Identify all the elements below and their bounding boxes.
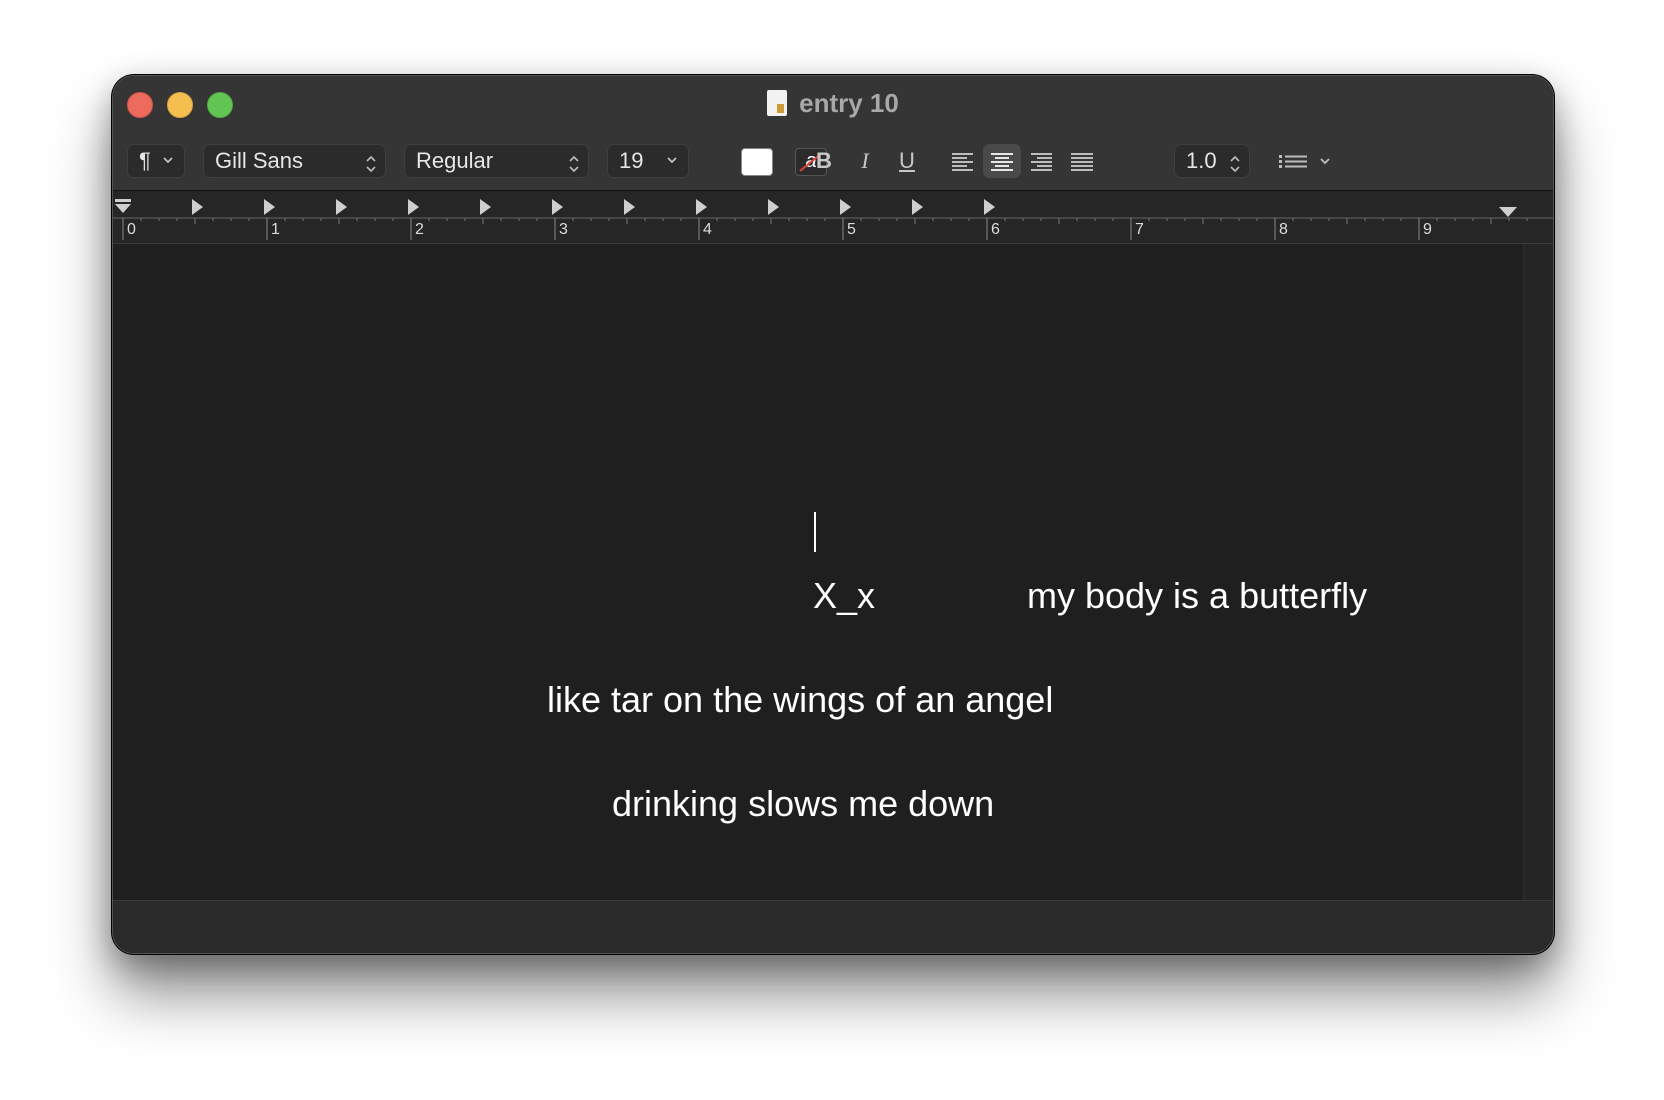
ruler-number-label: 8: [1279, 221, 1288, 238]
list-style-popup[interactable]: [1273, 144, 1343, 178]
font-size-value: 19: [619, 148, 644, 173]
font-size-combo[interactable]: 19: [607, 144, 689, 178]
ruler-number-label: 5: [847, 221, 856, 238]
textedit-window: entry 10 ¶ Gill Sans Regular 19 B I U 1.…: [112, 75, 1554, 954]
tab-stop-marker[interactable]: [696, 199, 707, 215]
tab-stop-marker[interactable]: [840, 199, 851, 215]
bulleted-list-icon: [1279, 155, 1330, 168]
window-title-container: entry 10: [113, 88, 1553, 118]
ruler-number-label: 0: [127, 221, 136, 238]
paragraph-styles-popup[interactable]: ¶: [127, 144, 185, 178]
tab-stop-marker[interactable]: [192, 199, 203, 215]
ruler-number-label: 1: [271, 221, 280, 238]
ruler[interactable]: 0 1 2 3 4 5 6 7 8 9: [113, 191, 1553, 244]
ruler-number-label: 6: [991, 221, 1000, 238]
bold-button[interactable]: B: [809, 144, 839, 178]
ruler-number-label: 7: [1135, 221, 1144, 238]
alignment-segmented-control: [943, 144, 1103, 178]
ruler-number-label: 9: [1423, 221, 1432, 238]
stepper-arrows-icon: [568, 151, 580, 173]
tab-stop-marker[interactable]: [912, 199, 923, 215]
underline-button[interactable]: U: [892, 144, 922, 178]
stepper-arrows-icon: [1229, 151, 1241, 173]
text-insertion-caret: [814, 512, 816, 552]
left-indent-marker[interactable]: [115, 199, 131, 213]
text-line: my body is a butterfly: [1027, 575, 1368, 616]
chevron-down-icon: [666, 145, 678, 188]
text-color-well[interactable]: [741, 148, 773, 176]
align-center-icon: [991, 153, 1013, 171]
ruler-number-label: 4: [703, 221, 712, 238]
document-icon: [767, 90, 788, 116]
stepper-arrows-icon: [365, 151, 377, 173]
bottom-bar: [113, 900, 1553, 953]
tab-stop-marker[interactable]: [768, 199, 779, 215]
tab-stop-marker[interactable]: [336, 199, 347, 215]
line-spacing-popup[interactable]: 1.0: [1174, 144, 1250, 178]
right-margin-marker[interactable]: [1499, 207, 1517, 217]
text-line: X_x: [813, 575, 876, 616]
align-left-button[interactable]: [943, 144, 981, 178]
tab-stop-marker[interactable]: [984, 199, 995, 215]
tab-stop-marker[interactable]: [480, 199, 491, 215]
font-family-popup[interactable]: Gill Sans: [203, 144, 386, 178]
title-bar: entry 10 ¶ Gill Sans Regular 19 B I U 1.…: [113, 76, 1553, 191]
align-left-icon: [952, 153, 973, 171]
font-style-popup[interactable]: Regular: [404, 144, 589, 178]
vertical-scrollbar[interactable]: [1523, 244, 1553, 900]
align-center-button[interactable]: [983, 144, 1021, 178]
window-title: entry 10: [799, 88, 899, 118]
justify-button[interactable]: [1063, 144, 1101, 178]
justify-icon: [1071, 153, 1093, 171]
tab-stop-marker[interactable]: [552, 199, 563, 215]
text-line: drinking slows me down: [612, 783, 995, 824]
font-style-value: Regular: [416, 148, 494, 173]
ruler-number-label: 3: [559, 221, 568, 238]
tab-stop-marker[interactable]: [408, 199, 419, 215]
ruler-number-label: 2: [415, 221, 424, 238]
align-right-button[interactable]: [1023, 144, 1061, 178]
line-spacing-value: 1.0: [1186, 148, 1217, 173]
tab-stop-marker[interactable]: [624, 199, 635, 215]
paragraph-symbol: ¶: [139, 148, 151, 173]
chevron-down-icon: [162, 145, 174, 188]
italic-button[interactable]: I: [850, 144, 880, 178]
align-right-icon: [1031, 153, 1052, 171]
ruler-ticks: [113, 199, 1553, 240]
document-text-area[interactable]: X_x my body is a butterfly like tar on t…: [113, 244, 1523, 900]
font-family-value: Gill Sans: [215, 148, 304, 173]
text-line: like tar on the wings of an angel: [547, 679, 1054, 720]
tab-stop-marker[interactable]: [264, 199, 275, 215]
